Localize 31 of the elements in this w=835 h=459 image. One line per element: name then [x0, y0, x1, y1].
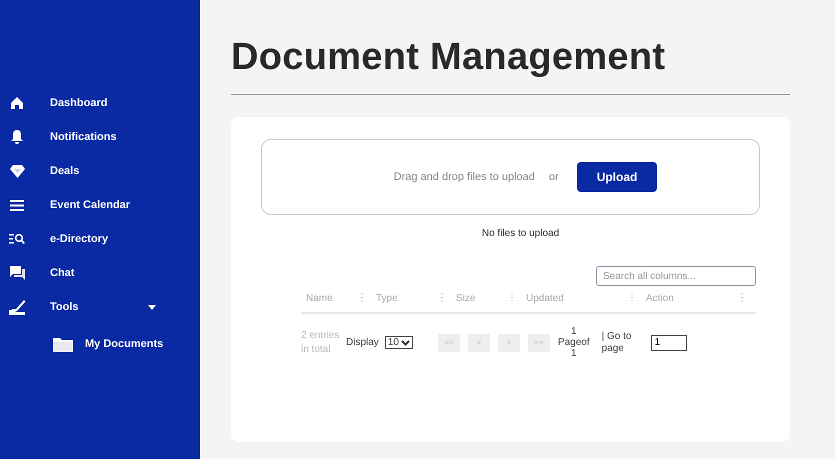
bell-icon	[11, 130, 23, 144]
sidebar-subitem[interactable]: My Documents	[0, 324, 200, 352]
go-to-page-label: | Go to page	[602, 330, 632, 354]
chevron-icon	[400, 340, 410, 346]
drop-zone[interactable]: Drag and drop files to upload or Upload	[261, 139, 760, 215]
page-size-select[interactable]: 10	[384, 336, 413, 349]
display-label: Display	[346, 337, 379, 348]
sidebar-item[interactable]: Deals	[0, 154, 200, 188]
caret-icon	[148, 304, 156, 310]
upload-button[interactable]: Upload	[576, 162, 658, 192]
sidebar-item[interactable]: Dashboard	[0, 86, 200, 120]
sidebar-item[interactable]: Event Calendar	[0, 188, 200, 222]
entries-count: 2 entries in total	[301, 328, 340, 356]
diamond-icon	[10, 164, 24, 178]
page-title: Document Management	[231, 35, 666, 80]
page-number-field[interactable]: 1	[650, 334, 687, 350]
or-label: or	[548, 171, 559, 183]
upload-status: No files to upload	[480, 228, 560, 239]
search-list-icon	[9, 233, 25, 245]
page-indicator: 1 Pageof 1	[558, 326, 590, 359]
tools-icon	[8, 298, 26, 316]
drop-prompt: Drag and drop files to upload	[394, 171, 535, 183]
sidebar-item[interactable]: Notifications	[0, 120, 200, 154]
sidebar-item[interactable]: Chat	[0, 256, 200, 290]
sidebar-item[interactable]: Tools	[0, 290, 200, 324]
folder-icon	[53, 336, 73, 352]
home-icon	[10, 96, 24, 110]
list-icon	[10, 200, 24, 210]
sidebar-item[interactable]: e-Directory	[0, 222, 200, 256]
chat-icon	[10, 266, 24, 280]
search-field[interactable]: Search all columns...	[596, 266, 756, 286]
